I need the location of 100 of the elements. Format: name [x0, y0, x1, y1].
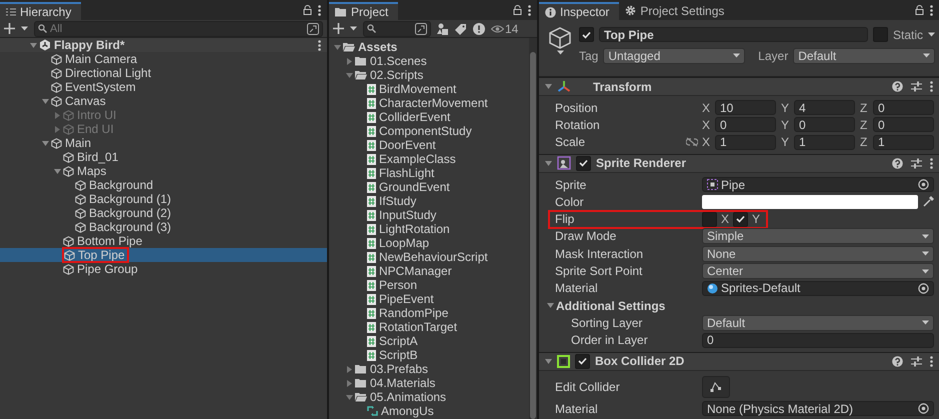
more-options-icon[interactable]	[930, 4, 933, 16]
object-picker-icon[interactable]	[918, 179, 929, 190]
lock-icon[interactable]	[915, 5, 924, 15]
number-field[interactable]: 1	[794, 134, 855, 150]
hierarchy-row[interactable]: Main Camera	[0, 52, 327, 66]
folder-name[interactable]: 04.Materials	[367, 376, 436, 390]
checkbox[interactable]	[576, 156, 591, 171]
hierarchy-row[interactable]: Background (3)	[0, 220, 327, 234]
more-options-icon[interactable]	[930, 158, 933, 169]
caret-icon[interactable]	[733, 53, 740, 58]
more-options-icon[interactable]	[318, 4, 321, 16]
hierarchy-row[interactable]: Background	[0, 178, 327, 192]
hierarchy-row[interactable]: EventSystem	[0, 80, 327, 94]
scrollbar-thumb[interactable]	[530, 52, 536, 419]
hierarchy-row[interactable]: Bird_01	[0, 150, 327, 164]
eye-icon[interactable]	[491, 24, 504, 32]
hierarchy-row[interactable]: Canvas	[0, 94, 327, 108]
asset-name[interactable]: BirdMovement	[376, 82, 456, 96]
object-name-field[interactable]: Top Pipe	[599, 27, 868, 42]
asset-name[interactable]: RotationTarget	[376, 320, 458, 334]
hierarchy-row[interactable]: Pipe Group	[0, 262, 327, 276]
asset-name[interactable]: PipeEvent	[376, 292, 434, 306]
asset-name[interactable]: AmongUs	[378, 404, 434, 418]
asset-name[interactable]: NPCManager	[376, 264, 452, 278]
collapse-arrow-icon[interactable]	[545, 358, 552, 365]
help-icon[interactable]	[892, 356, 903, 367]
asset-name[interactable]: LightRotation	[376, 222, 450, 236]
link-icon[interactable]	[686, 137, 698, 148]
presets-icon[interactable]	[911, 81, 922, 92]
caret-icon[interactable]	[922, 234, 929, 239]
plus-icon[interactable]	[333, 23, 344, 34]
dropdown[interactable]: None	[702, 246, 934, 262]
presets-icon[interactable]	[911, 158, 922, 169]
number-field[interactable]: 4	[794, 100, 855, 116]
expand-arrow-icon[interactable]	[346, 380, 352, 386]
more-options-icon[interactable]	[930, 356, 933, 367]
hierarchy-row[interactable]: Maps	[0, 164, 327, 178]
folder-name[interactable]: 01.Scenes	[367, 54, 427, 68]
color-swatch[interactable]	[702, 194, 918, 209]
asset-name[interactable]: Person	[376, 278, 418, 292]
panel-tab[interactable]: Hierarchy	[0, 2, 82, 20]
hierarchy-row[interactable]: Top Pipe	[0, 248, 327, 262]
object-picker-icon[interactable]	[918, 403, 929, 414]
collapse-arrow-icon[interactable]	[346, 394, 352, 400]
number-field[interactable]: 0	[702, 332, 934, 348]
collapse-arrow-icon[interactable]	[30, 42, 36, 48]
caret-icon[interactable]	[350, 26, 357, 31]
help-icon[interactable]	[892, 158, 903, 169]
foldout-label[interactable]: Additional Settings	[556, 298, 666, 313]
edit-collider-button[interactable]	[702, 376, 730, 398]
number-field[interactable]: 0	[873, 117, 934, 132]
number-field[interactable]: 0	[794, 117, 855, 132]
asset-name[interactable]: NewBehaviourScript	[376, 250, 488, 264]
eyedropper-icon[interactable]	[923, 196, 934, 208]
asset-name[interactable]: FlashLight	[376, 166, 434, 180]
number-field[interactable]: 1	[873, 134, 934, 150]
edit-collider-icon[interactable]	[710, 381, 722, 392]
expand-arrow-icon[interactable]	[346, 58, 352, 64]
asset-name[interactable]: ScriptA	[376, 334, 418, 348]
warning-icon[interactable]	[473, 22, 485, 34]
hierarchy-row[interactable]: Main	[0, 136, 327, 150]
asset-name[interactable]: ExampleClass	[376, 152, 456, 166]
number-field[interactable]: 10	[715, 100, 776, 116]
asset-name[interactable]: ComponentStudy	[376, 124, 472, 138]
collapse-arrow-icon[interactable]	[334, 44, 340, 50]
asset-name[interactable]: RandomPipe	[376, 306, 448, 320]
help-icon[interactable]	[892, 81, 903, 92]
checkbox[interactable]	[702, 212, 717, 227]
scrollbar[interactable]	[529, 38, 537, 419]
panel-tab[interactable]: Project	[329, 2, 398, 20]
label-icon[interactable]	[455, 22, 467, 34]
component-header[interactable]: Box Collider 2D	[539, 352, 939, 371]
dropdown[interactable]: Default	[702, 314, 934, 331]
collapse-arrow-icon[interactable]	[346, 72, 352, 78]
hierarchy-row[interactable]: Bottom Pipe	[0, 234, 327, 248]
panel-tab[interactable]: Project Settings	[619, 1, 734, 20]
folder-name[interactable]: 03.Prefabs	[367, 362, 428, 376]
asset-name[interactable]: GroundEvent	[376, 180, 450, 194]
asset-name[interactable]: ColliderEvent	[376, 110, 450, 124]
folder-name[interactable]: 02.Scripts	[367, 68, 424, 82]
search-options-icon[interactable]	[415, 22, 427, 34]
collapse-arrow-icon[interactable]	[54, 168, 60, 174]
collapse-arrow-icon[interactable]	[42, 98, 48, 104]
caret-icon[interactable]	[922, 251, 929, 256]
asset-name[interactable]: ScriptB	[376, 348, 418, 362]
lock-icon[interactable]	[513, 5, 522, 15]
dropdown[interactable]: Default	[793, 48, 936, 64]
panel-tab[interactable]: Inspector	[539, 2, 620, 20]
caret-icon[interactable]	[922, 320, 929, 326]
number-field[interactable]: 0	[873, 100, 934, 116]
folder-name[interactable]: Assets	[355, 40, 398, 54]
collapse-arrow-icon[interactable]	[42, 140, 48, 146]
object-field[interactable]: Pipe	[702, 177, 934, 192]
asset-name[interactable]: IfStudy	[376, 194, 416, 208]
expand-arrow-icon[interactable]	[346, 366, 352, 372]
caret-icon[interactable]	[922, 268, 929, 274]
caret-icon[interactable]	[928, 32, 935, 37]
dropdown[interactable]: Simple	[702, 228, 934, 244]
number-field[interactable]: 1	[715, 134, 776, 150]
asset-name[interactable]: InputStudy	[376, 208, 436, 222]
